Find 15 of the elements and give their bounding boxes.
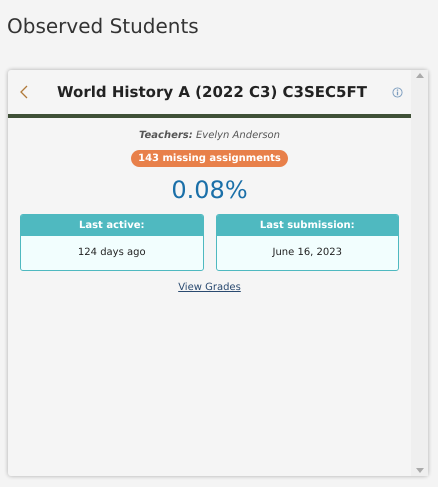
chevron-left-icon bbox=[20, 85, 28, 99]
page-title: Observed Students bbox=[6, 13, 200, 40]
teachers-line: Teachers: Evelyn Anderson bbox=[138, 130, 280, 141]
stat-label: Last submission: bbox=[216, 215, 398, 236]
stat-value: June 16, 2023 bbox=[271, 246, 343, 260]
view-grades-link[interactable]: View Grades bbox=[178, 282, 241, 293]
info-icon[interactable] bbox=[392, 86, 403, 98]
scroll-up-icon[interactable] bbox=[416, 73, 424, 78]
scrollbar[interactable] bbox=[411, 70, 428, 476]
grade-percent: 0.08% bbox=[171, 176, 248, 204]
stat-label: Last active: bbox=[21, 215, 202, 236]
stat-value: 124 days ago bbox=[76, 246, 147, 260]
missing-assignments-badge: 143 missing assignments bbox=[131, 150, 288, 167]
scroll-down-icon[interactable] bbox=[416, 468, 424, 473]
course-title: World History A (2022 C3) C3SEC5FT bbox=[56, 83, 368, 101]
